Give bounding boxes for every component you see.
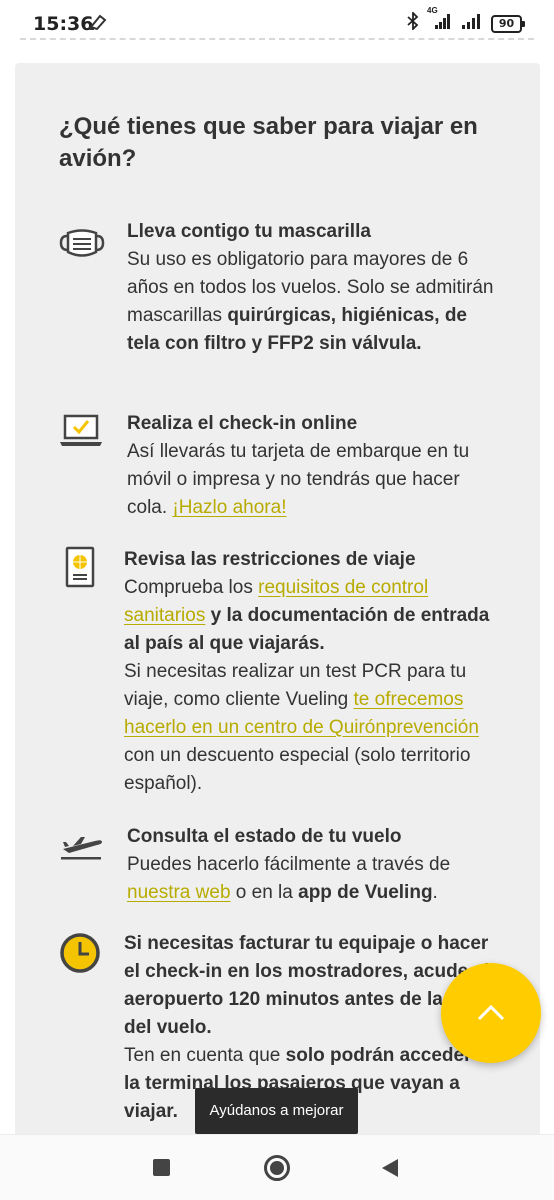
mask-icon: [59, 226, 105, 265]
list-item-checkin: Realiza el check-in online Así llevarás …: [15, 410, 540, 530]
status-bar: 15:36 4G 90: [0, 0, 554, 44]
list-item-mask: Lleva contigo tu mascarilla Su uso es ob…: [15, 218, 540, 388]
recents-button[interactable]: [153, 1159, 170, 1176]
item-body: Revisa las restricciones de viaje Compru…: [124, 546, 499, 798]
item-text: Comprueba los: [124, 577, 259, 598]
item-body: Realiza el check-in online Así llevarás …: [127, 410, 497, 522]
chevron-up-icon: [477, 1004, 505, 1021]
home-button[interactable]: [264, 1155, 290, 1181]
bluetooth-icon: [407, 10, 419, 35]
signal-icon: [461, 12, 483, 35]
laptop-check-icon: [59, 414, 103, 453]
system-nav-bar: [0, 1134, 554, 1200]
battery-icon: 90: [491, 14, 525, 33]
item-heading: Revisa las restricciones de viaje: [124, 549, 416, 570]
signal-4g-icon: 4G: [427, 6, 453, 35]
status-time: 15:36: [33, 13, 94, 35]
item-text: Ten en cuenta que: [124, 1045, 286, 1066]
card-title: ¿Qué tienes que saber para viajar en avi…: [59, 113, 478, 172]
list-item-restrictions: Revisa las restricciones de viaje Compru…: [15, 546, 540, 806]
item-body: Lleva contigo tu mascarilla Su uso es ob…: [127, 218, 497, 358]
scroll-to-top-button[interactable]: [441, 963, 541, 1063]
item-heading: Realiza el check-in online: [127, 413, 358, 434]
item-heading: Consulta el estado de tu vuelo: [127, 826, 402, 847]
divider: [20, 38, 534, 40]
status-icons: 4G 90: [407, 6, 525, 35]
item-bold-text: app de Vueling: [298, 882, 433, 903]
item-text: .: [432, 882, 438, 903]
item-heading: Lleva contigo tu mascarilla: [127, 221, 371, 242]
item-text: Puedes hacerlo fácilmente a través de: [127, 854, 451, 875]
clock-icon: [59, 932, 101, 979]
notification-icon: [88, 13, 108, 36]
checkin-now-link[interactable]: ¡Hazlo ahora!: [172, 497, 286, 518]
item-text: o en la: [230, 882, 299, 903]
our-website-link[interactable]: nuestra web: [127, 882, 231, 903]
back-button[interactable]: [382, 1159, 398, 1177]
feedback-button[interactable]: Ayúdanos a mejorar: [195, 1088, 358, 1134]
plane-takeoff-icon: [59, 833, 105, 866]
item-body: Consulta el estado de tu vuelo Puedes ha…: [127, 823, 497, 907]
item-text: con un descuento especial (solo territor…: [124, 745, 471, 794]
network-type: 4G: [427, 6, 438, 15]
list-item-flight-status: Consulta el estado de tu vuelo Puedes ha…: [15, 823, 540, 913]
passport-icon: [65, 546, 95, 593]
